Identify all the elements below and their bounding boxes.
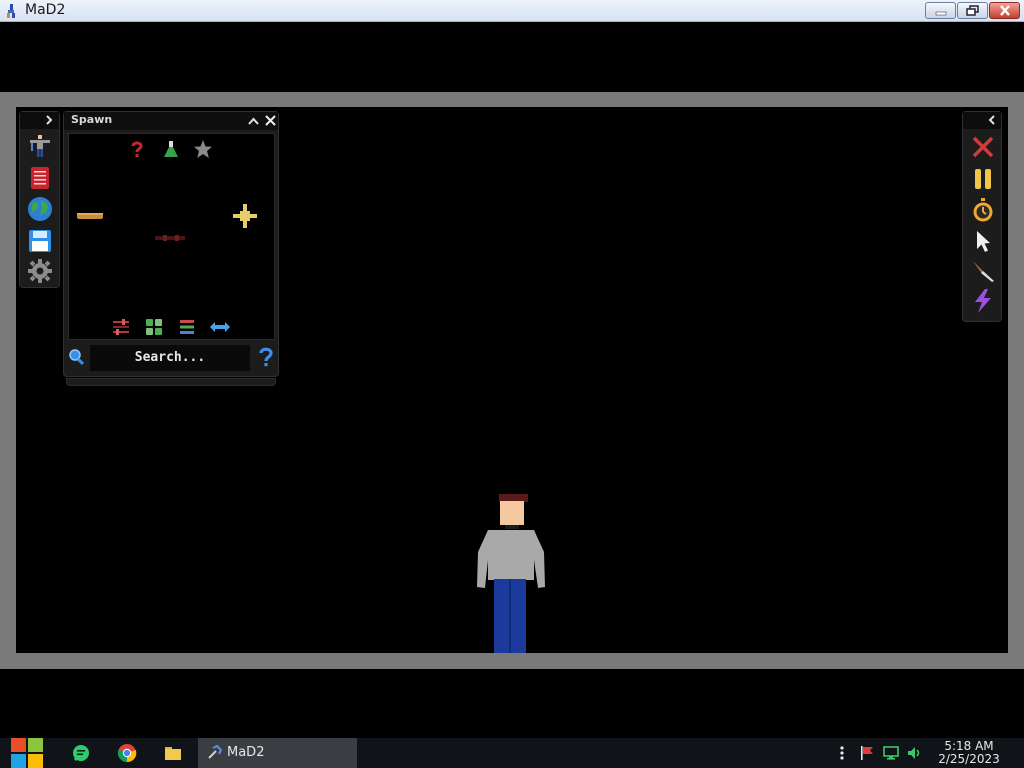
- cursor-arrow-icon[interactable]: [970, 228, 996, 254]
- character-pose-icon[interactable]: [27, 133, 53, 159]
- maximize-button[interactable]: [957, 2, 988, 19]
- character-right-leg: [511, 579, 526, 653]
- window-titlebar[interactable]: MaD2: [0, 0, 1024, 22]
- character-left-leg: [494, 579, 509, 653]
- question-mark-icon[interactable]: [127, 139, 147, 159]
- taskbar-task-label: MaD2: [227, 745, 265, 760]
- left-toolbar: [19, 111, 60, 288]
- chrome-icon[interactable]: [117, 743, 137, 763]
- network-icon[interactable]: [883, 745, 899, 761]
- sliders-icon[interactable]: [112, 318, 130, 336]
- maximize-icon: [958, 3, 987, 18]
- chevron-up-icon[interactable]: [247, 115, 260, 128]
- more-icon[interactable]: [834, 745, 850, 761]
- character-hair: [499, 494, 528, 502]
- taskbar-task-mad2[interactable]: MaD2: [198, 738, 357, 768]
- grid-icon[interactable]: [145, 318, 163, 336]
- list-icon[interactable]: [178, 318, 196, 336]
- resize-horizontal-icon[interactable]: [209, 320, 231, 334]
- mad2-app-icon: [7, 4, 15, 18]
- right-toolbar: [962, 111, 1002, 322]
- chevron-left-icon[interactable]: [986, 114, 998, 126]
- ragdoll-character[interactable]: [476, 492, 546, 654]
- close-icon[interactable]: [264, 114, 277, 127]
- spawn-item-grid: [68, 133, 275, 340]
- close-icon: [990, 3, 1019, 18]
- flag-icon[interactable]: [859, 745, 875, 761]
- red-x-icon[interactable]: [970, 134, 996, 160]
- minimize-button[interactable]: [925, 2, 956, 19]
- notebook-icon[interactable]: [27, 165, 53, 191]
- dark-rod-icon[interactable]: [153, 228, 187, 248]
- mad2-app-icon: [208, 744, 223, 759]
- star-icon[interactable]: [193, 139, 213, 159]
- knife-icon[interactable]: [970, 258, 996, 284]
- taskbar-clock[interactable]: 5:18 AM 2/25/2023: [934, 740, 1004, 766]
- spawn-search-input[interactable]: Search...: [90, 345, 250, 371]
- windows-logo-icon[interactable]: [10, 738, 44, 768]
- spawn-panel-header[interactable]: Spawn: [64, 112, 278, 130]
- minimize-icon: [926, 3, 955, 18]
- close-button[interactable]: [989, 2, 1020, 19]
- speaker-icon[interactable]: [906, 745, 922, 761]
- wooden-plank-icon[interactable]: [75, 206, 105, 226]
- character-neck: [505, 525, 519, 529]
- help-icon[interactable]: [257, 346, 275, 368]
- spawn-panel-resize-handle[interactable]: [66, 378, 276, 386]
- character-leg-gap: [509, 579, 511, 653]
- file-explorer-icon[interactable]: [163, 743, 183, 763]
- chat-app-icon[interactable]: [71, 743, 91, 763]
- spawn-panel-title: Spawn: [71, 113, 113, 126]
- chevron-right-icon[interactable]: [43, 114, 55, 126]
- spawn-search-row: Search...: [64, 344, 278, 372]
- character-head: [500, 501, 524, 525]
- gear-icon[interactable]: [27, 258, 53, 284]
- spawn-panel: Spawn Search...: [63, 111, 279, 377]
- clock-date: 2/25/2023: [938, 752, 1000, 766]
- yellow-connector-icon[interactable]: [231, 202, 259, 230]
- window-title: MaD2: [25, 2, 66, 18]
- globe-icon[interactable]: [27, 196, 53, 222]
- lightning-icon[interactable]: [970, 288, 996, 314]
- floppy-save-icon[interactable]: [27, 228, 53, 254]
- stopwatch-icon[interactable]: [970, 197, 996, 223]
- magnifier-icon[interactable]: [68, 348, 86, 366]
- flask-icon[interactable]: [161, 139, 181, 159]
- pause-icon[interactable]: [970, 166, 996, 192]
- taskbar: MaD2 5:18 AM 2/25/2023: [0, 738, 1024, 768]
